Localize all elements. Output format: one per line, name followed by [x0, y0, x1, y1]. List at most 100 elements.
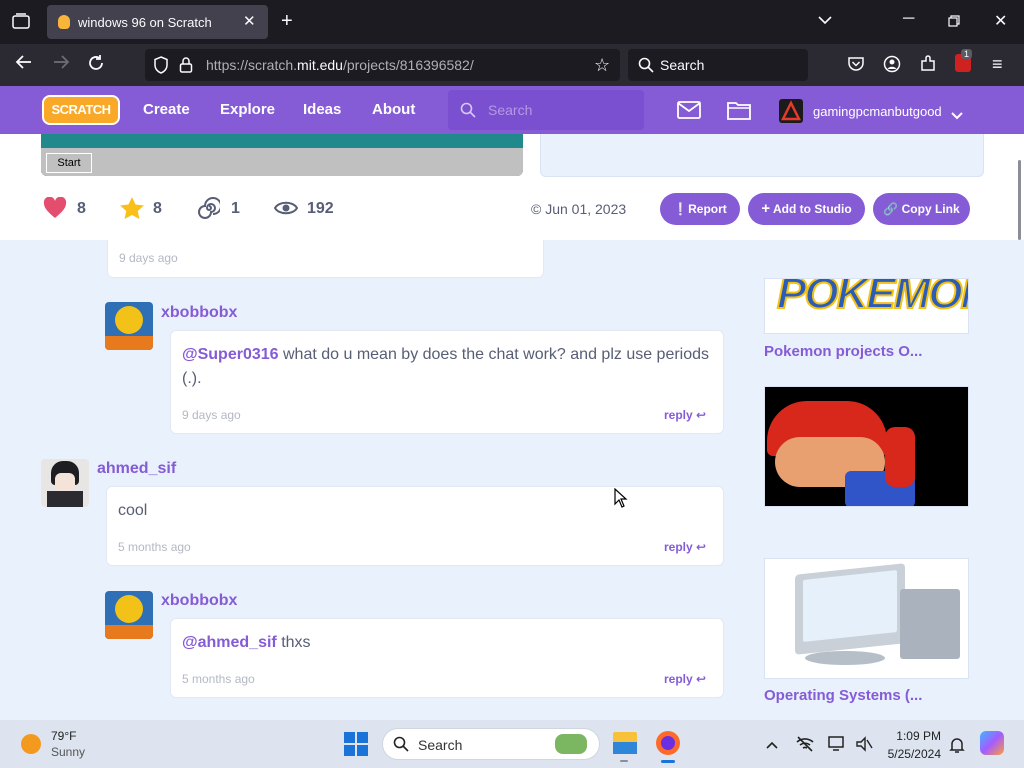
comment-time: 5 months ago — [182, 672, 255, 686]
taskbar-search-input[interactable]: Search — [382, 728, 600, 760]
project-date: © Jun 01, 2023 — [531, 201, 627, 217]
avatar[interactable] — [105, 591, 153, 639]
comment-text: @ahmed_sif thxs — [182, 634, 311, 651]
avatar[interactable] — [105, 302, 153, 350]
link-icon: 🔗 — [883, 202, 899, 216]
comment-author[interactable]: ahmed_sif — [97, 460, 176, 478]
pokemon-logo-text: POKEMON — [776, 278, 968, 319]
comment-box: cool 5 months ago reply ↩ — [106, 486, 724, 566]
account-chevron-down-icon[interactable] — [951, 107, 963, 125]
page-scrollbar-thumb[interactable] — [1018, 160, 1021, 240]
url-bar[interactable]: https://scratch.mit.edu/projects/8163965… — [145, 49, 620, 81]
remix-spiral-icon — [198, 197, 222, 224]
notification-bell-icon[interactable] — [949, 736, 965, 759]
comment-time: 9 days ago — [182, 408, 241, 422]
comment-mention[interactable]: @ahmed_sif — [182, 634, 277, 651]
extensions-icon[interactable] — [919, 55, 937, 78]
network-icon[interactable] — [796, 736, 814, 757]
tab-close-icon[interactable]: ✕ — [243, 12, 256, 30]
comment-author[interactable]: xbobbobx — [161, 304, 237, 322]
avatar[interactable] — [41, 459, 89, 507]
bookmark-star-icon[interactable]: ☆ — [594, 55, 610, 76]
reply-arrow-icon: ↩ — [696, 672, 707, 686]
nav-explore[interactable]: Explore — [220, 101, 275, 118]
partial-comment-box: 9 days ago — [107, 240, 544, 278]
close-window-icon[interactable]: ✕ — [994, 11, 1007, 31]
copy-link-button[interactable]: 🔗 Copy Link — [873, 193, 970, 225]
my-stuff-folder-icon[interactable] — [727, 100, 751, 125]
back-icon[interactable] — [15, 54, 33, 75]
username-label[interactable]: gamingpcmanbutgood — [813, 104, 942, 119]
account-icon[interactable] — [883, 55, 901, 78]
add-to-studio-button[interactable]: + Add to Studio — [748, 193, 865, 225]
taskbar-search-label: Search — [418, 737, 463, 753]
ublock-icon[interactable]: 1 — [955, 49, 973, 72]
comment-text: cool — [118, 502, 148, 519]
scratch-search-input[interactable]: Search — [448, 90, 644, 130]
forward-icon[interactable] — [52, 54, 70, 75]
shield-icon[interactable] — [153, 56, 169, 79]
reply-button[interactable]: reply ↩ — [664, 408, 706, 422]
reply-button[interactable]: reply ↩ — [664, 672, 706, 686]
new-tab-icon[interactable]: + — [281, 10, 293, 33]
reply-arrow-icon: ↩ — [696, 408, 707, 422]
firefox-icon[interactable] — [656, 731, 680, 755]
weather-temperature[interactable]: 79°F — [51, 729, 76, 743]
comment-mention[interactable]: @Super0316 — [182, 346, 279, 363]
search-icon — [638, 57, 654, 78]
comment-author[interactable]: xbobbobx — [161, 592, 237, 610]
reply-button[interactable]: reply ↩ — [664, 540, 706, 554]
reload-icon[interactable] — [87, 54, 105, 77]
volume-icon[interactable] — [855, 736, 873, 757]
tab-list-icon[interactable] — [12, 13, 30, 34]
clock-date[interactable]: 5/25/2024 — [881, 747, 941, 761]
messages-icon[interactable] — [677, 101, 701, 124]
comment-box: @ahmed_sif thxs 5 months ago reply ↩ — [170, 618, 724, 698]
search-icon — [460, 102, 476, 123]
weather-sun-icon[interactable] — [21, 734, 41, 754]
avatar[interactable] — [779, 99, 803, 123]
scratch-logo[interactable]: SCRATCH — [42, 95, 120, 125]
stage-desktop — [41, 134, 523, 148]
explorer-running-indicator — [620, 760, 628, 762]
pocket-icon[interactable] — [847, 55, 865, 78]
browser-search-placeholder: Search — [660, 57, 705, 73]
computer-tower — [900, 589, 960, 659]
url-text[interactable]: https://scratch.mit.edu/projects/8163965… — [206, 57, 474, 73]
studio-title[interactable]: Pokemon projects O... — [764, 343, 922, 360]
tab-overflow-chevron-icon[interactable] — [818, 12, 832, 30]
studio-thumbnail-computer[interactable] — [764, 558, 969, 679]
studio-thumbnail-mario[interactable] — [764, 386, 969, 507]
remix-count: 1 — [231, 200, 240, 217]
minimize-icon[interactable]: ─ — [903, 10, 914, 28]
monitor-stand — [805, 651, 885, 665]
file-explorer-icon[interactable] — [613, 732, 637, 754]
nav-about[interactable]: About — [372, 101, 415, 118]
nav-create[interactable]: Create — [143, 101, 190, 118]
browser-tab[interactable]: windows 96 on Scratch ✕ — [47, 5, 268, 39]
nav-ideas[interactable]: Ideas — [303, 101, 341, 118]
display-icon[interactable] — [828, 736, 846, 757]
plus-icon: + — [761, 200, 771, 217]
studio-title[interactable]: Operating Systems (... — [764, 687, 922, 704]
add-to-studio-label: Add to Studio — [773, 202, 852, 216]
project-stage[interactable] — [41, 134, 523, 176]
avatar-coin — [115, 306, 143, 334]
avatar-coin — [115, 595, 143, 623]
stage-start-button[interactable]: Start — [46, 153, 92, 173]
lock-icon[interactable] — [179, 56, 193, 79]
tray-chevron-up-icon[interactable] — [766, 736, 778, 754]
studio-thumbnail-pokemon[interactable]: POKEMON — [764, 278, 969, 334]
windows-start-icon[interactable] — [344, 732, 368, 761]
menu-icon[interactable]: ≡ — [992, 54, 1003, 75]
weather-condition[interactable]: Sunny — [51, 745, 85, 759]
copilot-icon[interactable] — [980, 731, 1004, 755]
view-count: 192 — [307, 200, 334, 217]
report-button[interactable]: ❕Report — [660, 193, 740, 225]
maximize-icon[interactable] — [948, 14, 960, 32]
favorite-star-icon[interactable] — [119, 196, 145, 225]
clock-time[interactable]: 1:09 PM — [895, 729, 941, 743]
love-heart-icon[interactable] — [43, 196, 67, 224]
browser-search-input[interactable]: Search — [628, 49, 808, 81]
scratch-favicon-icon — [58, 15, 70, 29]
